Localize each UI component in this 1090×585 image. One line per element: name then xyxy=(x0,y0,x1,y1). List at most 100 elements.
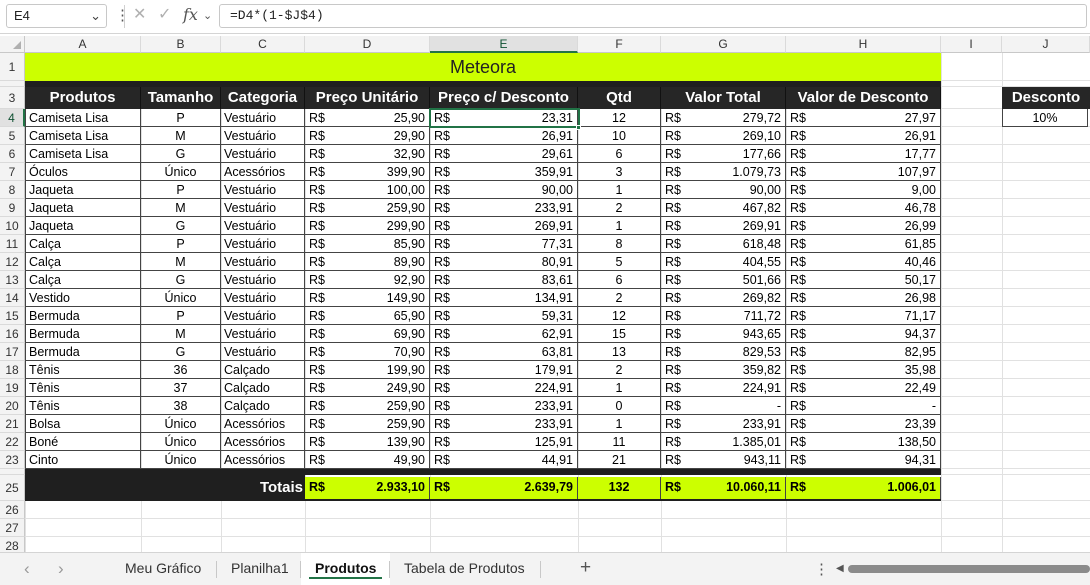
cell-preco-unitario[interactable]: R$ 69,90 xyxy=(305,325,430,343)
cell-qtd[interactable]: 1 xyxy=(578,181,661,199)
total-valor-total[interactable]: R$ 10.060,11 xyxy=(661,477,786,499)
cell-qtd[interactable]: 12 xyxy=(578,109,661,127)
row-header-9[interactable]: 9 xyxy=(0,199,25,217)
column-header-d[interactable]: D xyxy=(305,36,430,53)
row-header-7[interactable]: 7 xyxy=(0,163,25,181)
column-header-e[interactable]: E xyxy=(430,36,578,53)
cell-produto[interactable]: Jaqueta xyxy=(25,199,141,217)
cell-preco-desconto[interactable]: R$ 26,91 xyxy=(430,127,578,145)
row-header-18[interactable]: 18 xyxy=(0,361,25,379)
cell-valor-desconto[interactable]: R$ - xyxy=(786,397,941,415)
cell-preco-desconto[interactable]: R$ 90,00 xyxy=(430,181,578,199)
cell-tamanho[interactable]: G xyxy=(141,271,221,289)
column-header-j[interactable]: J xyxy=(1002,36,1090,53)
cell-valor-desconto[interactable]: R$ 35,98 xyxy=(786,361,941,379)
cell-valor-total[interactable]: R$ 279,72 xyxy=(661,109,786,127)
cancel-icon[interactable]: ✕ xyxy=(133,5,146,25)
cell-valor-total[interactable]: R$ 501,66 xyxy=(661,271,786,289)
cell-valor-desconto[interactable]: R$ 22,49 xyxy=(786,379,941,397)
sheet-title[interactable]: Meteora xyxy=(25,53,941,81)
column-header-f[interactable]: F xyxy=(578,36,661,53)
cell-preco-desconto[interactable]: R$ 125,91 xyxy=(430,433,578,451)
cell-preco-desconto[interactable]: R$ 77,31 xyxy=(430,235,578,253)
more-options-icon[interactable]: ⋮ xyxy=(814,558,829,582)
cell-preco-desconto[interactable]: R$ 224,91 xyxy=(430,379,578,397)
cell-tamanho[interactable]: G xyxy=(141,343,221,361)
cell-preco-unitario[interactable]: R$ 259,90 xyxy=(305,415,430,433)
cell-preco-unitario[interactable]: R$ 85,90 xyxy=(305,235,430,253)
cell-preco-unitario[interactable]: R$ 199,90 xyxy=(305,361,430,379)
total-valor-desconto[interactable]: R$ 1.006,01 xyxy=(786,477,941,499)
cell-valor-total[interactable]: R$ 90,00 xyxy=(661,181,786,199)
cell-categoria[interactable]: Vestuário xyxy=(221,271,305,289)
fill-handle[interactable] xyxy=(576,125,581,130)
cell-produto[interactable]: Cinto xyxy=(25,451,141,469)
scroll-tabs-left-icon[interactable]: ‹ xyxy=(24,557,30,581)
cell-qtd[interactable]: 11 xyxy=(578,433,661,451)
name-box[interactable]: E4 ⌄ xyxy=(6,4,107,28)
cell-produto[interactable]: Bermuda xyxy=(25,343,141,361)
cell-categoria[interactable]: Vestuário xyxy=(221,235,305,253)
cell-qtd[interactable]: 6 xyxy=(578,145,661,163)
cell-produto[interactable]: Jaqueta xyxy=(25,181,141,199)
cell-tamanho[interactable]: P xyxy=(141,307,221,325)
cell-valor-desconto[interactable]: R$ 26,99 xyxy=(786,217,941,235)
row-header-5[interactable]: 5 xyxy=(0,127,25,145)
column-header-b[interactable]: B xyxy=(141,36,221,53)
cell-tamanho[interactable]: Único xyxy=(141,415,221,433)
cell-preco-unitario[interactable]: R$ 32,90 xyxy=(305,145,430,163)
cell-valor-desconto[interactable]: R$ 107,97 xyxy=(786,163,941,181)
row-header-1[interactable]: 1 xyxy=(0,53,25,81)
header-valor-total[interactable]: Valor Total xyxy=(661,87,786,109)
cell-produto[interactable]: Óculos xyxy=(25,163,141,181)
cell-valor-desconto[interactable]: R$ 61,85 xyxy=(786,235,941,253)
more-options-icon[interactable]: ⋮ xyxy=(115,6,130,26)
cell-categoria[interactable]: Vestuário xyxy=(221,343,305,361)
cell-valor-desconto[interactable]: R$ 23,39 xyxy=(786,415,941,433)
cell-qtd[interactable]: 10 xyxy=(578,127,661,145)
cell-valor-total[interactable]: R$ 269,10 xyxy=(661,127,786,145)
cell-qtd[interactable]: 8 xyxy=(578,235,661,253)
cell-valor-total[interactable]: R$ 359,82 xyxy=(661,361,786,379)
cell-tamanho[interactable]: M xyxy=(141,127,221,145)
cell-valor-desconto[interactable]: R$ 94,37 xyxy=(786,325,941,343)
cell-qtd[interactable]: 1 xyxy=(578,217,661,235)
cell-tamanho[interactable]: Único xyxy=(141,433,221,451)
cell-qtd[interactable]: 12 xyxy=(578,307,661,325)
cell-valor-total[interactable]: R$ 404,55 xyxy=(661,253,786,271)
cell-produto[interactable]: Camiseta Lisa xyxy=(25,109,141,127)
cell-tamanho[interactable]: Único xyxy=(141,163,221,181)
add-sheet-icon[interactable]: + xyxy=(580,556,591,580)
cell-tamanho[interactable]: G xyxy=(141,217,221,235)
cell-preco-desconto[interactable]: R$ 29,61 xyxy=(430,145,578,163)
cell-preco-desconto[interactable]: R$ 233,91 xyxy=(430,415,578,433)
column-header-g[interactable]: G xyxy=(661,36,786,53)
cell-produto[interactable]: Jaqueta xyxy=(25,217,141,235)
cell-produto[interactable]: Camiseta Lisa xyxy=(25,127,141,145)
cell-categoria[interactable]: Vestuário xyxy=(221,181,305,199)
cell-categoria[interactable]: Vestuário xyxy=(221,325,305,343)
cell-valor-desconto[interactable]: R$ 9,00 xyxy=(786,181,941,199)
cell-categoria[interactable]: Acessórios xyxy=(221,163,305,181)
cell-produto[interactable]: Tênis xyxy=(25,361,141,379)
cell-tamanho[interactable]: P xyxy=(141,109,221,127)
cell-categoria[interactable]: Calçado xyxy=(221,361,305,379)
cell-valor-desconto[interactable]: R$ 71,17 xyxy=(786,307,941,325)
cell-preco-unitario[interactable]: R$ 70,90 xyxy=(305,343,430,361)
cell-qtd[interactable]: 2 xyxy=(578,289,661,307)
cell-preco-unitario[interactable]: R$ 25,90 xyxy=(305,109,430,127)
cell-categoria[interactable]: Vestuário xyxy=(221,145,305,163)
cell-produto[interactable]: Calça xyxy=(25,253,141,271)
cell-qtd[interactable]: 3 xyxy=(578,163,661,181)
tab-produtos[interactable]: Produtos xyxy=(301,553,391,585)
row-header-12[interactable]: 12 xyxy=(0,253,25,271)
cell-produto[interactable]: Tênis xyxy=(25,397,141,415)
cell-preco-unitario[interactable]: R$ 100,00 xyxy=(305,181,430,199)
cell-tamanho[interactable]: 37 xyxy=(141,379,221,397)
cell-valor-desconto[interactable]: R$ 40,46 xyxy=(786,253,941,271)
row-header-20[interactable]: 20 xyxy=(0,397,25,415)
cell-qtd[interactable]: 1 xyxy=(578,379,661,397)
cell-categoria[interactable]: Vestuário xyxy=(221,199,305,217)
chevron-down-icon[interactable]: ⌄ xyxy=(203,6,212,26)
check-icon[interactable]: ✓ xyxy=(158,5,171,25)
